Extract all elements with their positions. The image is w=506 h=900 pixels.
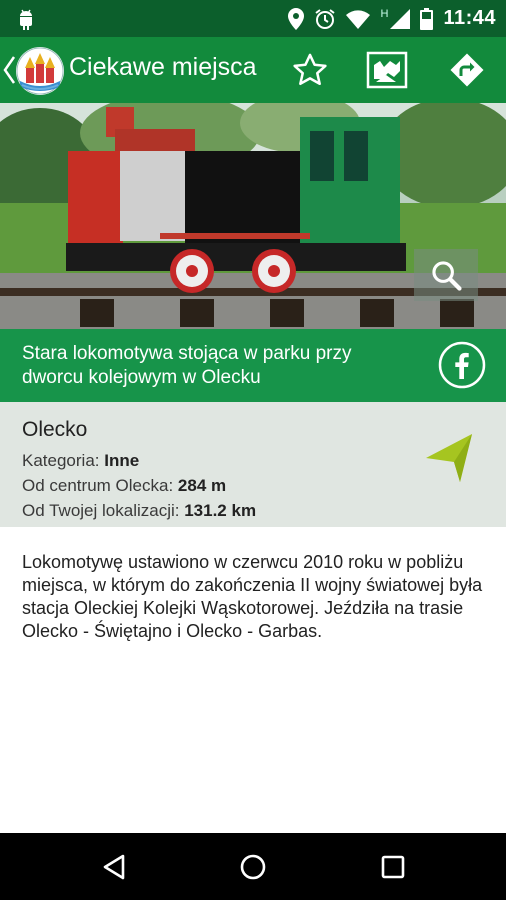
distance-user-row: Od Twojej lokalizacji: 131.2 km — [22, 501, 256, 521]
wifi-icon — [346, 9, 371, 29]
location-icon — [288, 7, 305, 30]
place-info: Olecko Kategoria: Inne Od centrum Olecka… — [0, 402, 506, 527]
directions-icon — [450, 53, 484, 87]
magnifier-icon — [432, 261, 462, 291]
distance-center-label: Od centrum Olecka: — [22, 476, 174, 495]
distance-center-row: Od centrum Olecka: 284 m — [22, 476, 226, 496]
nav-back-button[interactable] — [94, 847, 134, 887]
place-caption: Stara lokomotywa stojąca w parku przy dw… — [0, 329, 506, 402]
place-name: Olecko — [22, 418, 88, 441]
facebook-icon[interactable] — [438, 341, 486, 389]
back-triangle-icon — [103, 854, 125, 880]
system-nav-bar — [0, 833, 506, 900]
page-title: Ciekawe miejsca — [69, 53, 257, 81]
navigation-arrow-icon[interactable] — [424, 432, 478, 484]
favorite-button[interactable] — [289, 49, 331, 91]
place-description: Lokomotywę ustawiono w czerwcu 2010 roku… — [0, 527, 506, 833]
app-toolbar: Ciekawe miejsca — [0, 37, 506, 103]
alarm-icon — [315, 8, 336, 29]
clock: 11:44 — [443, 7, 496, 29]
map-button[interactable] — [366, 49, 408, 91]
app-logo[interactable] — [16, 47, 64, 95]
recents-square-icon — [381, 855, 405, 879]
distance-user-label: Od Twojej lokalizacji: — [22, 501, 180, 520]
android-icon — [20, 9, 32, 30]
nav-home-button[interactable] — [233, 847, 273, 887]
place-photo[interactable] — [0, 103, 506, 329]
status-bar: H 11:44 — [0, 0, 506, 37]
signal-icon — [390, 8, 411, 29]
description-text: Lokomotywę ustawiono w czerwcu 2010 roku… — [22, 552, 483, 641]
star-icon — [293, 53, 327, 86]
network-type-label: H — [380, 7, 389, 20]
category-row: Kategoria: Inne — [22, 451, 139, 471]
category-label: Kategoria: — [22, 451, 100, 470]
zoom-photo-button[interactable] — [414, 249, 478, 301]
distance-user-value: 131.2 km — [184, 501, 257, 520]
battery-icon — [420, 7, 434, 30]
home-circle-icon — [240, 854, 266, 880]
map-icon — [366, 51, 408, 89]
directions-button[interactable] — [446, 49, 488, 91]
distance-center-value: 284 m — [177, 476, 227, 495]
category-value: Inne — [104, 451, 140, 470]
caption-text: Stara lokomotywa stojąca w parku przy dw… — [22, 343, 352, 388]
back-chevron-icon[interactable] — [2, 53, 16, 87]
nav-recents-button[interactable] — [373, 847, 413, 887]
